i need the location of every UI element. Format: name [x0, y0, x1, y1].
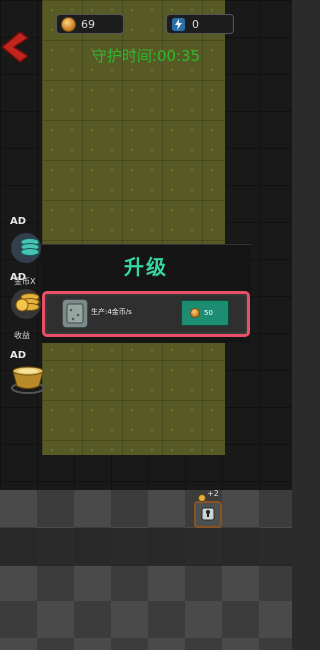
energy-count: 0: [192, 17, 199, 31]
guard-timer: 守护时间:00:35: [91, 47, 201, 65]
production-rate-text: 生产:4金币/s: [91, 308, 132, 316]
coin-count: 69: [81, 17, 95, 31]
upgrade-buy-button[interactable]: 50: [181, 300, 229, 326]
coin-counter: 69: [56, 14, 124, 34]
ad-item-label: 收益: [14, 331, 30, 340]
dialog-title: 升级: [124, 255, 168, 279]
locked-generator-icon[interactable]: [193, 494, 224, 529]
generator-machine-icon: [61, 298, 89, 329]
ad-label: AD: [10, 350, 27, 361]
coin-icon: [61, 16, 76, 32]
generator-plus-label: +2: [207, 489, 219, 498]
energy-counter: 0: [166, 14, 234, 34]
upgrade-cost: 50: [204, 309, 213, 317]
ad-label: AD: [10, 272, 27, 283]
coin-icon: [190, 308, 200, 318]
treasure-pot-icon: [11, 366, 45, 394]
game-screen: 69 0 守护时间:00:35 AD 金币X AD 收益 AD 升级 生产:4金…: [0, 0, 292, 650]
ad-label: AD: [10, 216, 27, 227]
checker-floor: [0, 490, 292, 650]
floor-shadow-band: [0, 528, 292, 566]
grass-field: [42, 0, 225, 455]
lightning-icon: [171, 16, 186, 32]
